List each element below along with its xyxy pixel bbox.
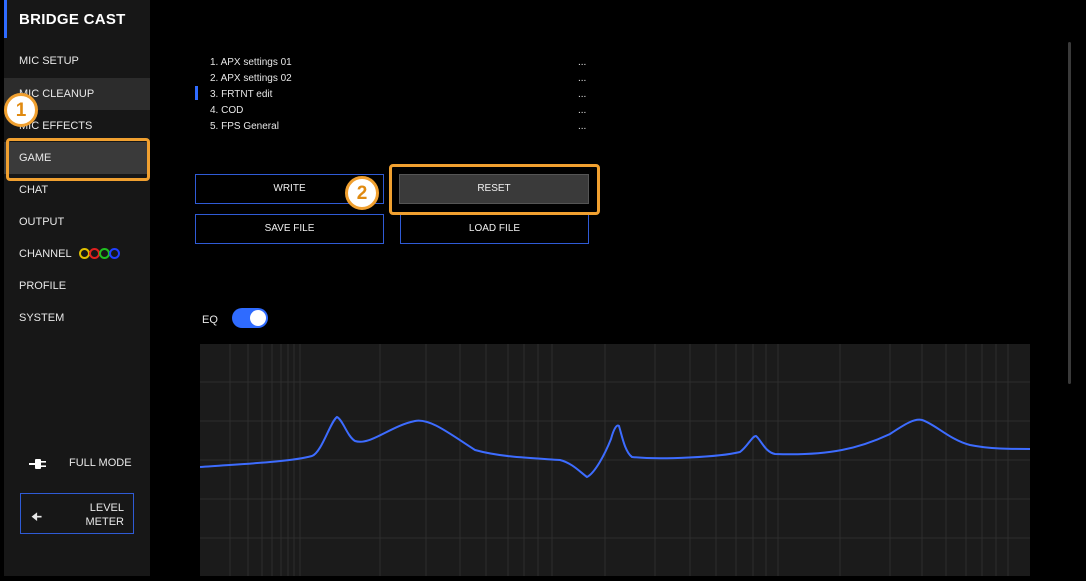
- toggle-knob: [250, 310, 266, 326]
- plug-icon: [29, 459, 46, 469]
- arrow-left-icon: 🠈: [31, 510, 43, 524]
- level-meter-line1: LEVEL: [89, 502, 124, 514]
- sidebar-accent-bar: [4, 0, 7, 38]
- preset-label: 1. APX settings 01: [210, 57, 292, 68]
- level-meter-label: LEVEL METER: [86, 501, 125, 529]
- level-meter-line2: METER: [85, 516, 125, 528]
- callout-number-2: 2: [345, 176, 379, 210]
- app-title: BRIDGE CAST: [19, 11, 126, 28]
- preset-selected-marker: [195, 86, 198, 100]
- eq-response-curve: [199, 415, 1031, 479]
- load-file-button[interactable]: LOAD FILE: [400, 214, 589, 244]
- preset-more-button[interactable]: ...: [578, 72, 586, 85]
- preset-label: 5. FPS General: [210, 121, 279, 132]
- sidebar-item-profile[interactable]: PROFILE: [4, 270, 150, 302]
- sidebar-item-system[interactable]: SYSTEM: [4, 302, 150, 334]
- callout-box-game: [6, 138, 150, 181]
- sidebar-item-mic-setup[interactable]: MIC SETUP: [4, 45, 150, 77]
- preset-more-button[interactable]: ...: [578, 56, 586, 69]
- preset-item[interactable]: 5. FPS General ...: [210, 120, 590, 136]
- vertical-scrollbar[interactable]: [1068, 42, 1071, 384]
- preset-item[interactable]: 4. COD ...: [210, 104, 590, 120]
- eq-toggle-switch[interactable]: [232, 308, 268, 328]
- level-meter-button[interactable]: 🠈 LEVEL METER: [20, 493, 134, 534]
- preset-label: 3. FRTNT edit: [210, 89, 273, 100]
- channel-dot-blue: [109, 248, 120, 259]
- eq-curve-svg: [199, 344, 1031, 576]
- callout-number-1: 1: [4, 93, 38, 127]
- eq-graph[interactable]: [199, 344, 1031, 576]
- preset-more-button[interactable]: ...: [578, 88, 586, 101]
- sidebar: BRIDGE CAST MIC SETUP MIC CLEANUP MIC EF…: [4, 0, 150, 576]
- sidebar-item-channel-label: CHANNEL: [19, 248, 72, 260]
- save-file-button[interactable]: SAVE FILE: [195, 214, 384, 244]
- callout-box-reset: [389, 164, 600, 215]
- preset-label: 4. COD: [210, 105, 244, 116]
- preset-more-button[interactable]: ...: [578, 120, 586, 133]
- sidebar-item-channel[interactable]: CHANNEL: [4, 238, 150, 270]
- channel-color-dots: [79, 248, 120, 259]
- preset-item[interactable]: 2. APX settings 02 ...: [210, 72, 590, 88]
- preset-item-selected[interactable]: 3. FRTNT edit ...: [210, 88, 590, 104]
- preset-more-button[interactable]: ...: [578, 104, 586, 117]
- app-window: BRIDGE CAST MIC SETUP MIC CLEANUP MIC EF…: [0, 0, 1086, 580]
- preset-label: 2. APX settings 02: [210, 73, 292, 84]
- sidebar-item-output[interactable]: OUTPUT: [4, 206, 150, 238]
- full-mode-label: FULL MODE: [69, 457, 132, 469]
- eq-label: EQ: [202, 314, 218, 326]
- preset-item[interactable]: 1. APX settings 01 ...: [210, 56, 590, 72]
- eq-grid: [200, 344, 1030, 576]
- preset-list: 1. APX settings 01 ... 2. APX settings 0…: [210, 56, 590, 136]
